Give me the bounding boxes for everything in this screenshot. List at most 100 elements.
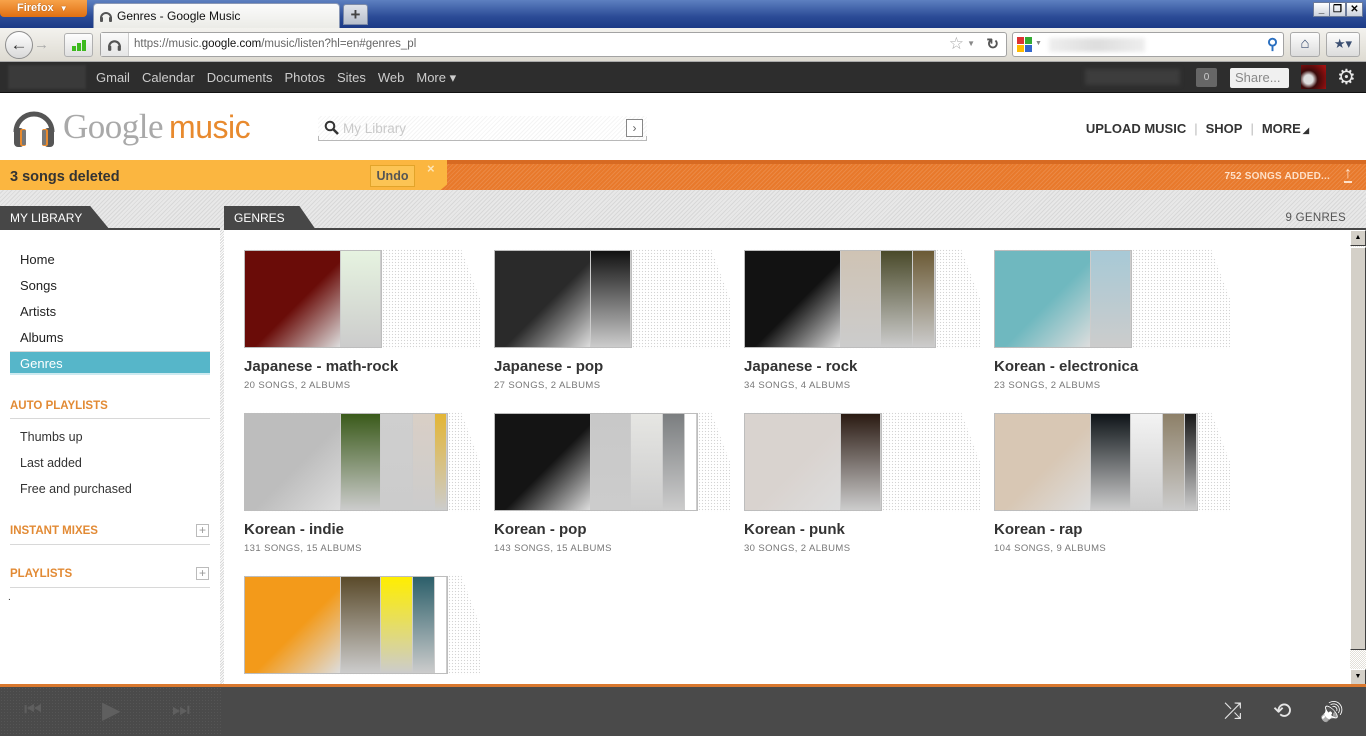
- next-track-button[interactable]: ⏭: [172, 699, 190, 722]
- album-cover: [1091, 414, 1131, 510]
- play-button[interactable]: ▶: [102, 696, 120, 725]
- reload-icon[interactable]: ↻: [986, 35, 999, 53]
- search-submit-button[interactable]: ›: [626, 119, 643, 137]
- genre-artwork[interactable]: [494, 249, 730, 349]
- genre-title[interactable]: Korean - electronica: [994, 358, 1138, 375]
- close-window-button[interactable]: ✕: [1346, 2, 1363, 17]
- genre-card[interactable]: Korean - pop 143 SONGS, 15 ALBUMS: [494, 412, 730, 572]
- genre-card[interactable]: Korean - indie 131 SONGS, 15 ALBUMS: [244, 412, 480, 572]
- genre-artwork[interactable]: [744, 412, 980, 512]
- restore-button[interactable]: ❐: [1329, 2, 1346, 17]
- more-menu[interactable]: MORE ◢: [1262, 121, 1309, 136]
- genre-title[interactable]: Korean - punk: [744, 521, 845, 538]
- instant-mixes-label[interactable]: INSTANT MIXES: [10, 525, 98, 537]
- signal-indicator-button[interactable]: [64, 33, 93, 57]
- gbar-link-photos[interactable]: Photos: [284, 70, 324, 86]
- sidebar-item-genres[interactable]: Genres: [10, 352, 210, 375]
- genre-title[interactable]: Japanese - math-rock: [244, 358, 398, 375]
- scrollbar-thumb[interactable]: [1350, 247, 1366, 650]
- album-covers: [494, 413, 698, 511]
- genre-card[interactable]: Japanese - pop 27 SONGS, 2 ALBUMS: [494, 249, 730, 409]
- previous-track-button[interactable]: ⏮: [24, 699, 42, 722]
- genre-artwork[interactable]: [244, 412, 480, 512]
- address-bar[interactable]: https://music.google.com/music/listen?hl…: [100, 32, 1007, 57]
- genre-artwork[interactable]: [494, 412, 730, 512]
- sidebar-item-songs[interactable]: Songs: [10, 274, 210, 297]
- genre-artwork[interactable]: [244, 249, 480, 349]
- gbar-link-web[interactable]: Web: [378, 70, 405, 86]
- genre-card[interactable]: [244, 575, 480, 685]
- chevron-down-icon[interactable]: ▼: [1035, 40, 1042, 47]
- gbar-link-calendar[interactable]: Calendar: [142, 70, 195, 86]
- vertical-scrollbar[interactable]: ▲ ▼: [1350, 230, 1366, 685]
- genre-artwork[interactable]: [994, 412, 1230, 512]
- upload-arrow-icon[interactable]: ↑: [1344, 166, 1352, 183]
- add-playlist-button[interactable]: +: [196, 567, 209, 580]
- google-music-logo[interactable]: Google music: [63, 107, 251, 147]
- sidebar-item-thumbs-up[interactable]: Thumbs up: [20, 430, 83, 444]
- new-tab-button[interactable]: +: [343, 4, 368, 25]
- genre-title[interactable]: Japanese - pop: [494, 358, 603, 375]
- genre-title[interactable]: Japanese - rock: [744, 358, 857, 375]
- divider: [10, 587, 210, 588]
- genre-card[interactable]: Korean - punk 30 SONGS, 2 ALBUMS: [744, 412, 980, 572]
- shuffle-button[interactable]: ⤮: [1224, 698, 1242, 724]
- search-icon[interactable]: ⚲: [1267, 35, 1278, 53]
- genre-artwork[interactable]: [994, 249, 1230, 349]
- firefox-menu-button[interactable]: Firefox ▼: [0, 0, 87, 17]
- section-header-strip: [0, 190, 1366, 230]
- library-search-input[interactable]: [343, 118, 613, 138]
- genre-title[interactable]: Korean - rap: [994, 521, 1082, 538]
- library-search: ›: [318, 116, 647, 141]
- sidebar-item-home[interactable]: Home: [10, 248, 210, 271]
- repeat-button[interactable]: ⟲: [1273, 698, 1291, 724]
- url-text[interactable]: https://music.google.com/music/listen?hl…: [134, 38, 416, 50]
- genre-card[interactable]: Japanese - math-rock 20 SONGS, 2 ALBUMS: [244, 249, 480, 409]
- album-cover: [1131, 414, 1163, 510]
- upload-music-link[interactable]: UPLOAD MUSIC: [1086, 121, 1186, 136]
- gear-icon[interactable]: ⚙: [1337, 65, 1356, 90]
- gbar-link-documents[interactable]: Documents: [207, 70, 273, 86]
- genre-card[interactable]: Korean - electronica 23 SONGS, 2 ALBUMS: [994, 249, 1230, 409]
- nav-separator: |: [1250, 121, 1254, 136]
- back-button[interactable]: ←: [5, 31, 33, 59]
- share-button[interactable]: Share...: [1230, 68, 1289, 88]
- gbar-link-more[interactable]: More ▾: [416, 70, 456, 86]
- playlist-item[interactable]: .: [8, 592, 11, 603]
- bookmark-star-icon[interactable]: ☆: [949, 34, 964, 54]
- site-identity-button[interactable]: [101, 33, 129, 56]
- playlists-label[interactable]: PLAYLISTS: [10, 568, 72, 580]
- user-name[interactable]: [1085, 69, 1180, 85]
- chevron-down-icon[interactable]: ▼: [967, 39, 975, 48]
- bookmarks-button[interactable]: ★▾: [1326, 32, 1360, 57]
- home-button[interactable]: ⌂: [1290, 32, 1320, 57]
- genre-title[interactable]: Korean - indie: [244, 521, 344, 538]
- genre-title[interactable]: Korean - pop: [494, 521, 587, 538]
- upload-status[interactable]: 752 SONGS ADDED...: [1225, 171, 1330, 182]
- browser-tab[interactable]: Genres - Google Music: [93, 3, 340, 29]
- scroll-up-button[interactable]: ▲: [1350, 230, 1366, 246]
- volume-button[interactable]: 🔊: [1320, 700, 1344, 724]
- search-bar[interactable]: ▼ ⚲: [1012, 32, 1284, 57]
- close-icon[interactable]: ×: [427, 161, 435, 176]
- genre-card[interactable]: Japanese - rock 34 SONGS, 4 ALBUMS: [744, 249, 980, 409]
- genre-meta: 27 SONGS, 2 ALBUMS: [494, 380, 601, 391]
- avatar[interactable]: [1301, 65, 1326, 89]
- sidebar-item-last-added[interactable]: Last added: [20, 456, 82, 470]
- google-music-logo-icon: [13, 111, 55, 147]
- shop-link[interactable]: SHOP: [1206, 121, 1243, 136]
- genre-card[interactable]: Korean - rap 104 SONGS, 9 ALBUMS: [994, 412, 1230, 572]
- scroll-down-button[interactable]: ▼: [1350, 669, 1366, 685]
- undo-button[interactable]: Undo: [370, 165, 415, 187]
- forward-button[interactable]: →: [34, 36, 56, 56]
- gbar-link-gmail[interactable]: Gmail: [96, 70, 130, 86]
- add-instant-mix-button[interactable]: +: [196, 524, 209, 537]
- notification-count[interactable]: 0: [1196, 68, 1217, 87]
- genre-artwork[interactable]: [244, 575, 480, 675]
- gbar-link-sites[interactable]: Sites: [337, 70, 366, 86]
- genre-artwork[interactable]: [744, 249, 980, 349]
- sidebar-item-artists[interactable]: Artists: [10, 300, 210, 323]
- sidebar-item-albums[interactable]: Albums: [10, 326, 210, 349]
- sidebar-item-free-purchased[interactable]: Free and purchased: [20, 482, 132, 496]
- minimize-button[interactable]: _: [1313, 2, 1330, 17]
